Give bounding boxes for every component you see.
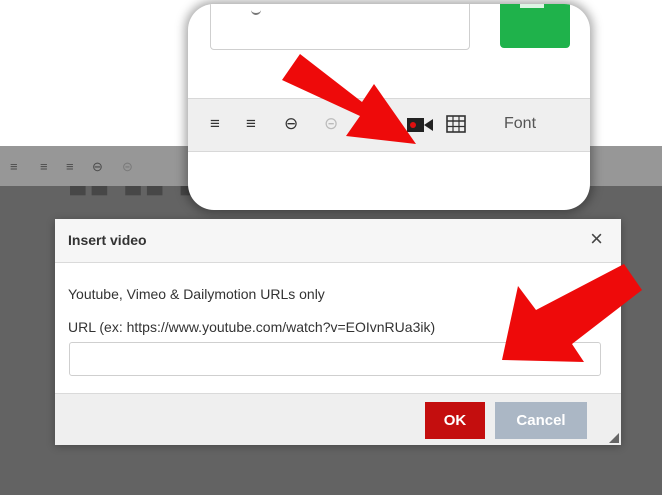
dialog-footer: OK Cancel bbox=[55, 393, 621, 445]
close-icon[interactable]: × bbox=[590, 228, 603, 250]
url-field-arrow-icon bbox=[502, 264, 642, 362]
resize-handle-icon[interactable] bbox=[609, 433, 619, 443]
dialog-title: Insert video bbox=[68, 232, 147, 248]
table-icon[interactable] bbox=[446, 115, 466, 133]
dialog-header: Insert video × bbox=[55, 219, 621, 263]
url-label: URL (ex: https://www.youtube.com/watch?v… bbox=[68, 319, 436, 335]
supported-urls-note: Youtube, Vimeo & Dailymotion URLs only bbox=[68, 286, 325, 302]
callout-arrow-icon bbox=[282, 54, 416, 144]
callout-green-button bbox=[500, 4, 570, 48]
font-menu[interactable]: Font bbox=[504, 115, 536, 133]
ok-button[interactable]: OK bbox=[425, 402, 485, 439]
cancel-button[interactable]: Cancel bbox=[495, 402, 587, 439]
justify-icon[interactable]: ≡ bbox=[246, 115, 256, 133]
align-center-icon[interactable]: ≡ bbox=[210, 115, 220, 133]
